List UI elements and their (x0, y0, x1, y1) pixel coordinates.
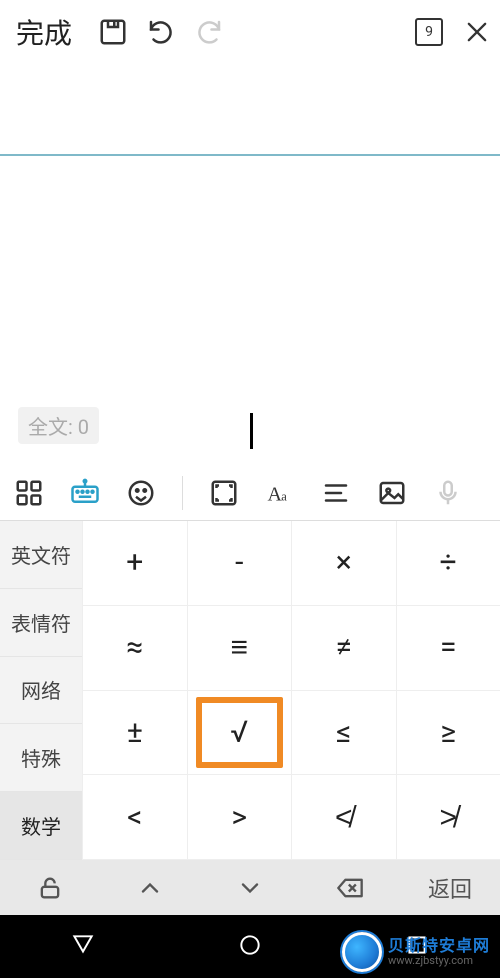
word-count-chip: 全文: 0 (18, 407, 99, 444)
sym-equal[interactable]: = (396, 606, 500, 691)
nav-home-icon[interactable] (237, 932, 263, 962)
symbol-keyboard: 英文符 表情符 网络 特殊 数学 + - × ÷ ≈ ≡ ≠ = ± √ ≤ ≥… (0, 520, 500, 860)
nav-back-icon[interactable] (70, 932, 96, 962)
sym-not-less[interactable]: ≮ (291, 775, 396, 860)
watermark-logo-icon (342, 932, 382, 972)
watermark: 贝斯特安卓网 www.zjbstyy.com (338, 930, 494, 974)
sym-multiply[interactable]: × (291, 521, 396, 606)
svg-text:a: a (281, 489, 287, 503)
lock-toggle-icon[interactable] (0, 874, 100, 902)
category-column: 英文符 表情符 网络 特殊 数学 (0, 521, 82, 860)
image-icon[interactable] (373, 474, 411, 512)
chevron-down-icon[interactable] (200, 874, 300, 902)
align-icon[interactable] (317, 474, 355, 512)
page-indicator[interactable]: 9 (414, 17, 444, 47)
svg-text:A: A (268, 483, 283, 505)
watermark-url: www.zjbstyy.com (388, 955, 490, 967)
sym-divide[interactable]: ÷ (396, 521, 500, 606)
sym-minus[interactable]: - (187, 521, 292, 606)
ime-bottom-row: 返回 (0, 860, 500, 915)
save-icon[interactable] (98, 17, 128, 47)
text-caret (250, 413, 253, 449)
close-button[interactable] (462, 17, 492, 47)
category-math[interactable]: 数学 (0, 792, 82, 860)
emoji-icon[interactable] (122, 474, 160, 512)
category-emoji-symbols[interactable]: 表情符 (0, 589, 82, 657)
redo-icon (194, 17, 224, 47)
top-toolbar: 完成 9 (0, 0, 500, 64)
sym-plus[interactable]: + (82, 521, 187, 606)
ime-back-button[interactable]: 返回 (400, 872, 500, 904)
watermark-text: 贝斯特安卓网 www.zjbstyy.com (388, 938, 490, 966)
sym-not-greater[interactable]: ≯ (396, 775, 500, 860)
undo-icon[interactable] (146, 17, 176, 47)
keyboard-icon[interactable] (66, 474, 104, 512)
backspace-icon[interactable] (300, 874, 400, 902)
sym-geq[interactable]: ≥ (396, 691, 500, 776)
sym-less-than[interactable]: < (82, 775, 187, 860)
sym-sqrt[interactable]: √ (187, 691, 292, 776)
sym-not-equal[interactable]: ≠ (291, 606, 396, 691)
editor-format-toolbar: Aa (0, 465, 500, 520)
mic-icon[interactable] (429, 474, 467, 512)
sym-leq[interactable]: ≤ (291, 691, 396, 776)
chevron-up-icon[interactable] (100, 874, 200, 902)
sym-plus-minus[interactable]: ± (82, 691, 187, 776)
watermark-brand: 贝斯特安卓网 (388, 938, 490, 955)
page-number-badge: 9 (415, 18, 443, 46)
sym-greater-than[interactable]: > (187, 775, 292, 860)
category-network[interactable]: 网络 (0, 657, 82, 725)
title-input-area[interactable] (0, 64, 500, 154)
font-size-icon[interactable]: Aa (261, 474, 299, 512)
symbol-grid: + - × ÷ ≈ ≡ ≠ = ± √ ≤ ≥ < > ≮ ≯ (82, 521, 500, 860)
grid-apps-icon[interactable] (10, 474, 48, 512)
done-button[interactable]: 完成 (8, 8, 80, 56)
fullscreen-icon[interactable] (205, 474, 243, 512)
category-english-symbols[interactable]: 英文符 (0, 521, 82, 589)
toolbar-separator (182, 476, 183, 510)
category-special[interactable]: 特殊 (0, 724, 82, 792)
sym-approx[interactable]: ≈ (82, 606, 187, 691)
sym-identical[interactable]: ≡ (187, 606, 292, 691)
